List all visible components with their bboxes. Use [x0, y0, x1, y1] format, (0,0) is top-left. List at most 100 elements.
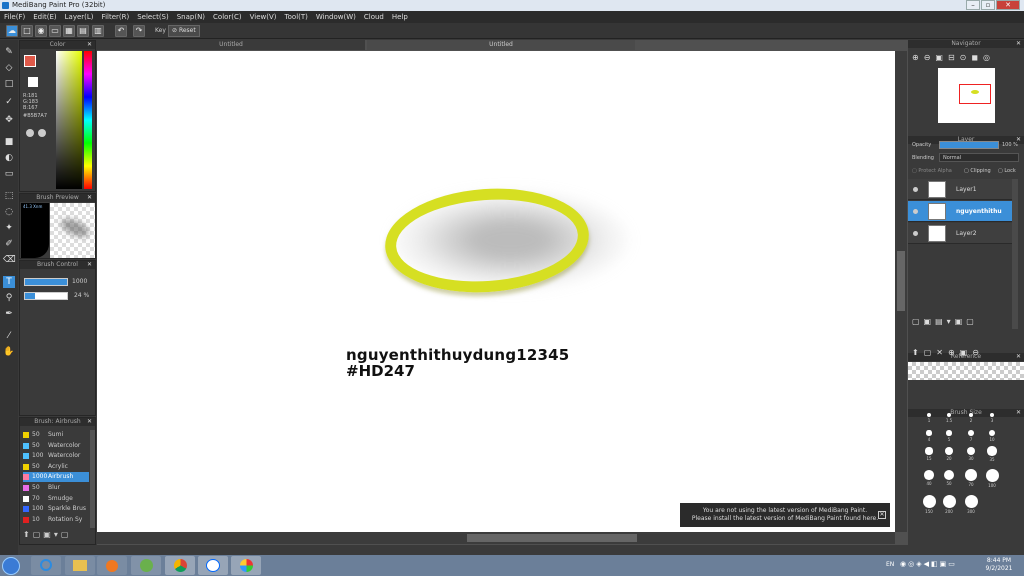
reset-button[interactable]: ⊘ Reset: [168, 25, 200, 37]
menu-help[interactable]: Help: [388, 11, 412, 23]
brush-list-scrollbar[interactable]: [90, 430, 95, 528]
palette-icon[interactable]: [26, 129, 34, 137]
brush-list-item[interactable]: 50 Blur: [23, 483, 89, 493]
layer-row[interactable]: Layer2: [908, 223, 1012, 244]
vertical-scrollbar[interactable]: [895, 51, 907, 532]
shape-tool-icon[interactable]: □: [3, 78, 15, 90]
reference-area[interactable]: [908, 362, 1024, 380]
brush-tool-icon[interactable]: ✎: [3, 46, 15, 58]
chrome-icon[interactable]: [165, 556, 195, 575]
bucket-tool-icon[interactable]: ◐: [3, 152, 15, 164]
eyedropper-tool-icon[interactable]: ✒: [3, 308, 15, 320]
brush-size-dot[interactable]: [964, 494, 978, 508]
clipping-checkbox[interactable]: ▢ Clipping: [964, 168, 991, 174]
brush-size-dot[interactable]: [945, 447, 953, 455]
system-tray-icons[interactable]: ◉◎◈◀◧▣▭: [900, 560, 975, 570]
menu-select[interactable]: Select(S): [133, 11, 173, 23]
save-icon[interactable]: ▭: [49, 25, 61, 37]
navigator-preview[interactable]: [938, 68, 995, 123]
brush-size-dot[interactable]: [989, 412, 995, 418]
fill-tool-icon[interactable]: ■: [3, 136, 15, 148]
close-icon[interactable]: ✕: [87, 261, 92, 269]
undo-icon[interactable]: ↶: [115, 25, 127, 37]
brush-size-dot[interactable]: [926, 412, 932, 418]
close-icon[interactable]: ✕: [87, 194, 92, 202]
reference-tools[interactable]: ⬆▢✕⊕▣⊖: [912, 348, 1020, 360]
brush-size-dot[interactable]: [924, 470, 934, 480]
notice-close-icon[interactable]: ✕: [878, 511, 886, 519]
language-indicator[interactable]: EN: [886, 561, 894, 568]
start-button[interactable]: [2, 557, 20, 575]
menu-tool[interactable]: Tool(T): [281, 11, 312, 23]
gradient-tool-icon[interactable]: ▭: [3, 168, 15, 180]
folder-icon[interactable]: [65, 556, 95, 575]
brush-opacity-slider[interactable]: [24, 292, 68, 300]
brush-size-dot[interactable]: [946, 412, 952, 418]
brush-list-actions[interactable]: ⬆▢▣▾▢: [23, 530, 93, 542]
blending-select[interactable]: Normal: [939, 153, 1019, 162]
brush-list-item[interactable]: 10 Rotation Sy: [23, 515, 89, 525]
visibility-eye-icon[interactable]: [913, 209, 918, 214]
layer-scrollbar[interactable]: [1012, 179, 1018, 329]
layer-row-selected[interactable]: nguyenthithu: [908, 201, 1012, 222]
ie-icon[interactable]: [31, 556, 61, 575]
layout-icon[interactable]: ▥: [92, 25, 104, 37]
media-player-icon[interactable]: [97, 556, 127, 575]
check-tool-icon[interactable]: ✓: [3, 96, 15, 108]
saturation-value-square[interactable]: [56, 51, 82, 189]
hue-slider[interactable]: [84, 51, 92, 189]
grid-icon[interactable]: ▦: [63, 25, 75, 37]
lock-checkbox[interactable]: ▢ Lock: [998, 168, 1016, 174]
brush-size-dot[interactable]: [985, 468, 999, 482]
brush-size-dot[interactable]: [925, 447, 933, 455]
zalo-icon[interactable]: [198, 556, 228, 575]
brush-list-item[interactable]: 50 Acrylic: [23, 462, 89, 472]
brush-list-item[interactable]: 50 Watercolor: [23, 441, 89, 451]
brush-size-dot[interactable]: [968, 412, 974, 418]
menu-window[interactable]: Window(W): [312, 11, 360, 23]
update-notice[interactable]: You are not using the latest version of …: [680, 503, 890, 527]
select-tool-icon[interactable]: ⬚: [3, 190, 15, 202]
magic-wand-icon[interactable]: ✦: [3, 222, 15, 234]
brush-size-dot[interactable]: [966, 446, 976, 456]
brush-size-slider[interactable]: [24, 278, 68, 286]
brush-size-dot[interactable]: [922, 494, 936, 508]
medibang-icon[interactable]: [231, 556, 261, 575]
brush-size-dot[interactable]: [988, 429, 996, 437]
brush-list-item[interactable]: 1000 Airbrush: [23, 472, 89, 483]
brush-size-dot[interactable]: [946, 430, 952, 436]
select-eraser-icon[interactable]: ⌫: [3, 254, 16, 266]
visibility-eye-icon[interactable]: [913, 231, 918, 236]
cloud-icon[interactable]: ☁: [6, 25, 18, 37]
menu-edit[interactable]: Edit(E): [29, 11, 60, 23]
close-button[interactable]: ✕: [996, 0, 1020, 10]
color-picker-icon[interactable]: [38, 129, 46, 137]
brush-size-dot[interactable]: [926, 430, 932, 436]
brush-size-dot[interactable]: [968, 430, 974, 436]
layer-opacity-slider[interactable]: [939, 141, 999, 149]
hand-tool-icon[interactable]: ✋: [3, 346, 15, 358]
clock[interactable]: 8:44 PM 9/2/2021: [980, 557, 1018, 573]
menu-view[interactable]: View(V): [246, 11, 281, 23]
drawing-canvas[interactable]: [97, 51, 895, 532]
navigator-tools[interactable]: ⊕⊖▣⊟⊙◼◎: [912, 53, 1020, 65]
menu-snap[interactable]: Snap(N): [173, 11, 209, 23]
brush-size-dot[interactable]: [943, 469, 955, 481]
close-icon[interactable]: ✕: [1016, 40, 1021, 48]
primary-color-swatch[interactable]: [24, 55, 36, 67]
tab-untitled-1[interactable]: Untitled: [97, 40, 365, 50]
close-icon[interactable]: ✕: [87, 41, 92, 49]
menu-cloud[interactable]: Cloud: [360, 11, 388, 23]
visibility-eye-icon[interactable]: [913, 187, 918, 192]
tab-untitled-2[interactable]: Untitled: [367, 40, 635, 50]
menu-filter[interactable]: Filter(R): [98, 11, 134, 23]
brush-list-item[interactable]: 70 Smudge: [23, 494, 89, 504]
protect-alpha-checkbox[interactable]: ▢ Protect Alpha: [912, 168, 952, 174]
layer-actions[interactable]: ▢▣▤▾▣▢: [912, 317, 1020, 327]
maximize-button[interactable]: ▫: [981, 0, 995, 10]
menu-file[interactable]: File(F): [0, 11, 29, 23]
text-tool-icon[interactable]: T: [3, 276, 15, 288]
menu-layer[interactable]: Layer(L): [61, 11, 98, 23]
brush-list-item[interactable]: 100 Sparkle Brus: [23, 504, 89, 514]
minimize-button[interactable]: –: [966, 0, 980, 10]
